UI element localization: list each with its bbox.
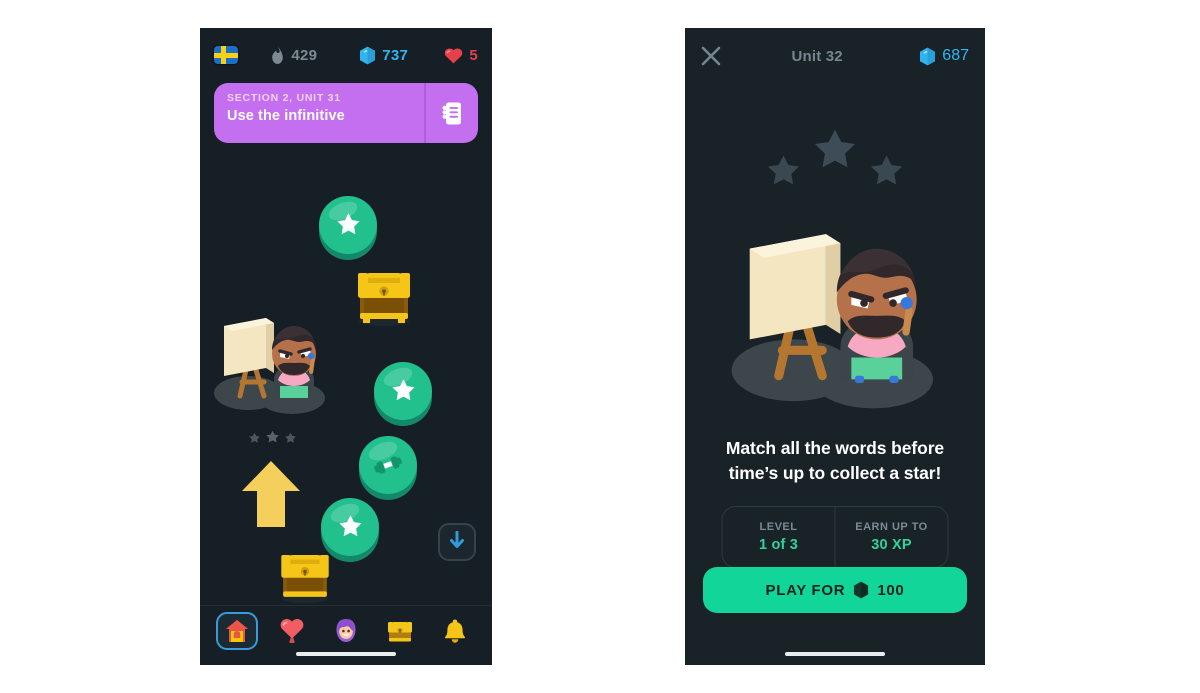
sidebar-item-quests[interactable]	[379, 612, 421, 650]
play-button-cost: 100	[877, 581, 905, 599]
chest-icon	[386, 618, 414, 644]
path-node-lesson-1[interactable]	[319, 196, 377, 254]
level-xp-box: LEVEL 1 of 3 EARN UP TO 30 XP	[721, 506, 949, 568]
swedish-flag-icon	[214, 46, 238, 64]
treasure-chest-icon	[350, 261, 418, 329]
phone-screen-learn-path: 429 737 5 SECTION 2, UNIT 31 Use the inf…	[200, 28, 492, 665]
gem-count: 687	[942, 47, 969, 64]
section-banner[interactable]: SECTION 2, UNIT 31 Use the infinitive	[214, 83, 478, 143]
avatar-icon	[332, 617, 360, 645]
gem-count: 737	[382, 46, 409, 64]
play-button-label: PLAY FOR	[765, 581, 846, 599]
star-progress-row	[685, 128, 985, 190]
flame-icon	[270, 46, 285, 64]
phone-screen-match-madness: Unit 32 687 Match all the words before t…	[685, 28, 985, 665]
home-indicator	[785, 652, 885, 656]
hearts-count: 5	[469, 46, 478, 64]
streak-count: 429	[291, 46, 318, 64]
headline-text: Match all the words before time’s up to …	[725, 438, 945, 483]
dumbbell-icon	[359, 436, 417, 494]
star-icon	[811, 128, 859, 174]
yellow-up-arrow-pointer	[240, 458, 302, 530]
level-cell: LEVEL 1 of 3	[723, 507, 835, 567]
modal-top-bar: Unit 32 687	[685, 28, 985, 84]
star-icon	[868, 154, 905, 190]
path-node-chest-2[interactable]	[274, 544, 336, 606]
path-node-practice[interactable]	[359, 436, 417, 494]
play-button[interactable]: PLAY FOR 100	[703, 567, 967, 613]
level-value: 1 of 3	[758, 537, 799, 553]
xp-value: 30 XP	[871, 537, 912, 553]
unit-title: Use the infinitive	[227, 108, 345, 124]
house-icon	[224, 618, 250, 644]
language-flag-button[interactable]	[214, 46, 238, 64]
treasure-chest-icon	[274, 544, 336, 606]
artist-character	[212, 308, 330, 416]
heart-icon	[444, 47, 463, 64]
bell-icon	[442, 618, 468, 645]
bottom-navigation-bar[interactable]	[200, 605, 492, 665]
heart-icon	[278, 617, 306, 645]
learning-path[interactable]	[200, 146, 492, 605]
top-status-bar: 429 737 5	[200, 28, 492, 82]
star-icon	[319, 196, 377, 254]
arrow-down-icon	[449, 530, 465, 554]
sidebar-item-home[interactable]	[216, 612, 259, 650]
gem-counter[interactable]: 687	[919, 47, 969, 66]
section-unit-label: SECTION 2, UNIT 31	[227, 92, 341, 104]
sidebar-item-profile[interactable]	[325, 612, 367, 650]
page-title: Unit 32	[791, 47, 843, 65]
xp-label: EARN UP TO	[855, 521, 928, 533]
screenshot-root: 429 737 5 SECTION 2, UNIT 31 Use the inf…	[0, 0, 1200, 693]
sidebar-item-hearts[interactable]	[271, 612, 313, 650]
artist-character	[726, 216, 944, 417]
star-icon	[374, 362, 432, 420]
level-label: LEVEL	[759, 521, 798, 533]
sidebar-item-notifications[interactable]	[434, 612, 476, 650]
path-node-lesson-2[interactable]	[374, 362, 432, 420]
path-node-chest-1[interactable]	[350, 261, 418, 329]
notebook-list-icon	[441, 101, 463, 126]
gem-icon	[853, 581, 869, 599]
streak-counter[interactable]: 429	[270, 46, 317, 64]
hearts-counter[interactable]: 5	[444, 47, 478, 64]
home-indicator	[296, 652, 396, 656]
gem-icon	[359, 46, 376, 65]
xp-cell: EARN UP TO 30 XP	[834, 507, 948, 567]
path-decoration-character	[212, 308, 330, 416]
progress-mini-stars	[248, 430, 297, 445]
gem-icon	[919, 47, 936, 66]
scroll-to-current-button[interactable]	[438, 523, 476, 561]
gem-counter[interactable]: 737	[359, 46, 408, 65]
star-icon	[765, 154, 802, 190]
guidebook-button[interactable]	[424, 83, 478, 143]
section-banner-text: SECTION 2, UNIT 31 Use the infinitive	[214, 83, 424, 143]
